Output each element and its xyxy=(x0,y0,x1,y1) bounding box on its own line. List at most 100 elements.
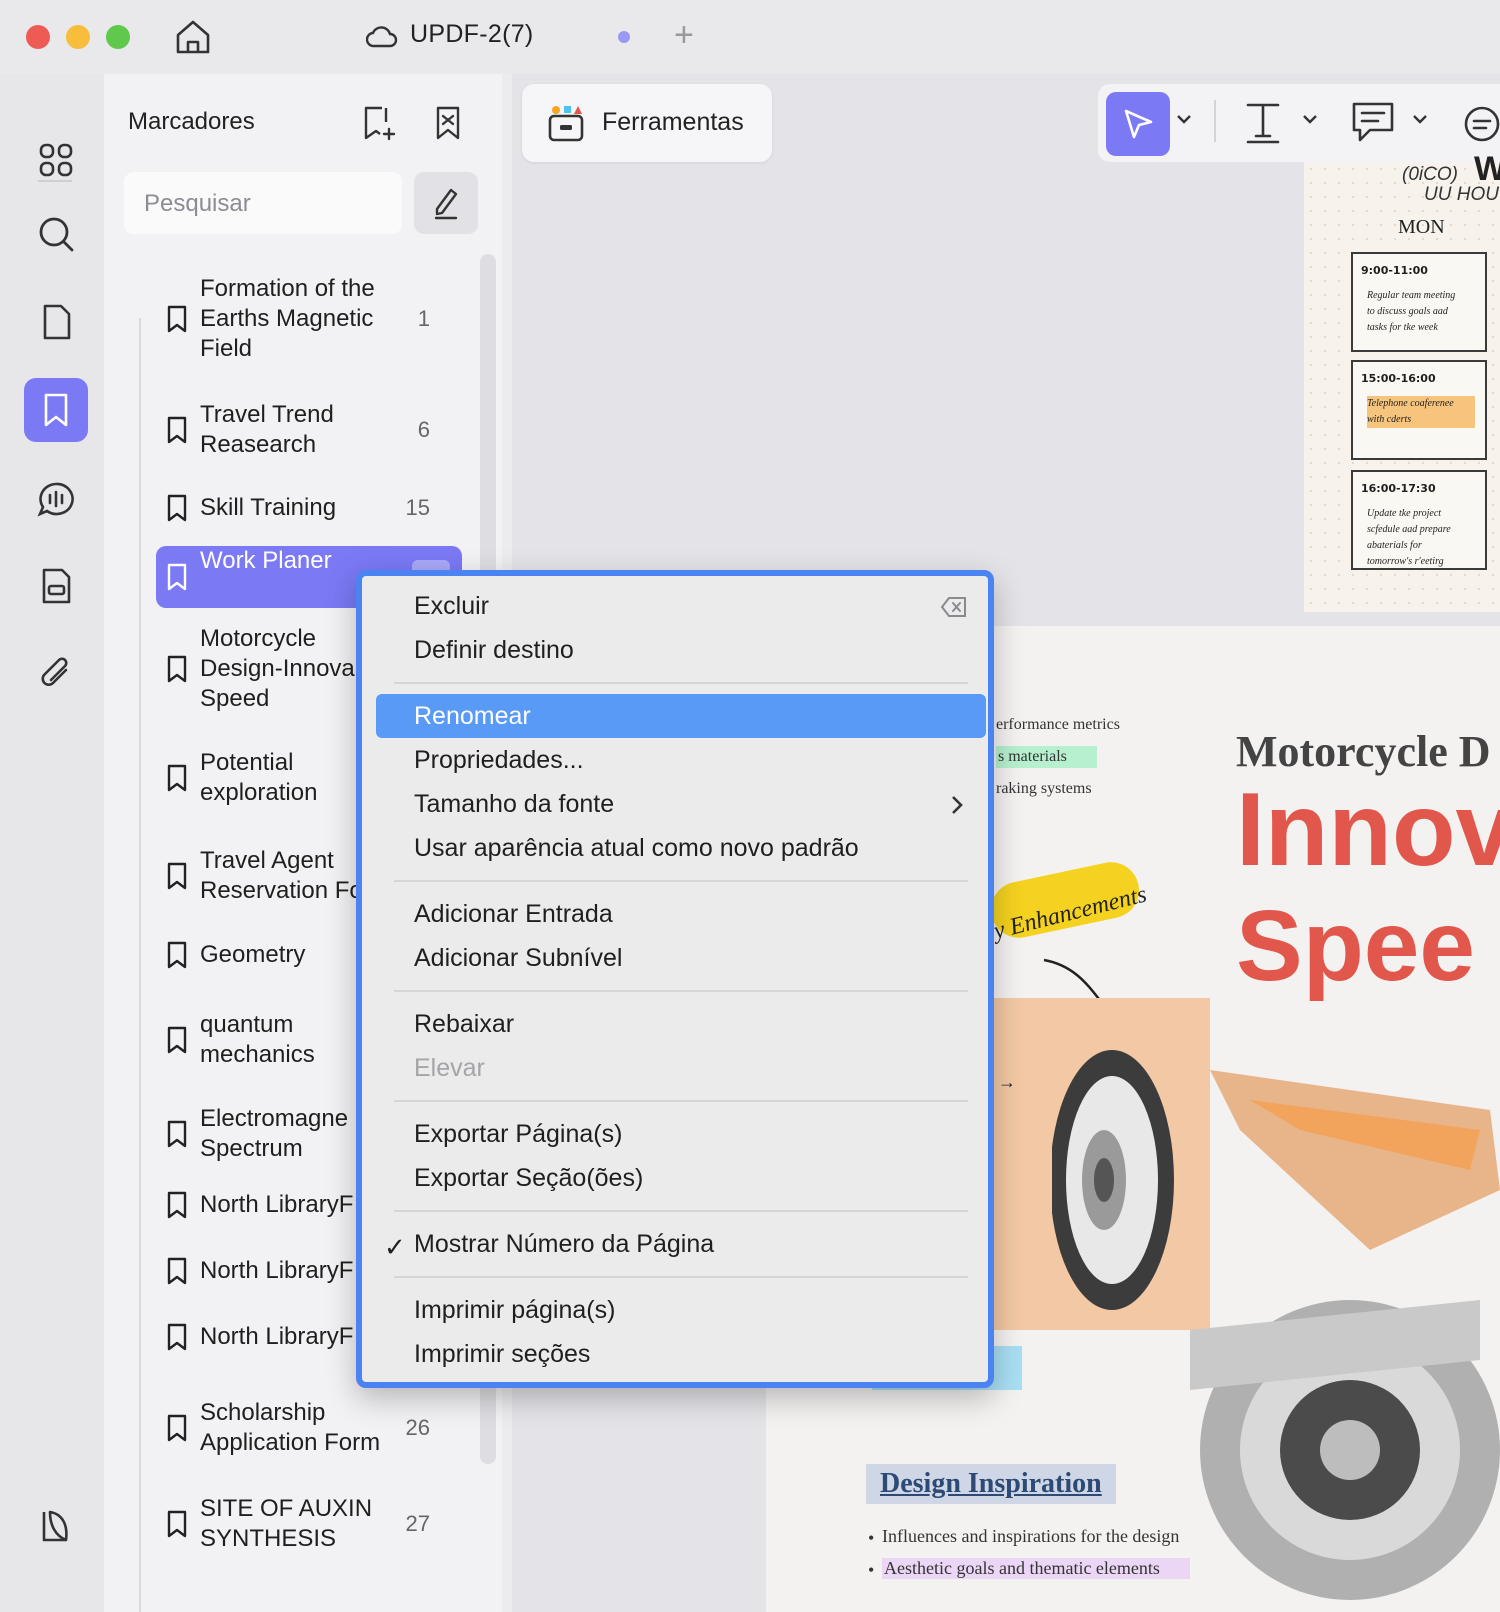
bookmark-label: Electromagne Spectrum xyxy=(200,1105,349,1162)
bookmark-icon xyxy=(166,1413,188,1443)
comment-tool-icon[interactable] xyxy=(1350,100,1396,151)
search-icon[interactable] xyxy=(24,202,88,266)
poster-title-line: Spee xyxy=(1236,890,1476,1002)
bookmark-icon xyxy=(166,1119,188,1149)
convert-document-icon[interactable] xyxy=(24,554,88,618)
home-icon[interactable] xyxy=(172,16,214,63)
text-tool-icon[interactable] xyxy=(1244,100,1282,149)
menu-item-properties[interactable]: Propriedades... xyxy=(414,746,584,775)
tools-label: Ferramentas xyxy=(602,108,744,136)
chevron-down-icon[interactable] xyxy=(1176,112,1192,131)
minimize-window-button[interactable] xyxy=(66,25,90,49)
bookmark-page-number: 27 xyxy=(405,1511,430,1536)
toolbox-icon xyxy=(546,102,586,149)
chevron-down-icon[interactable] xyxy=(1412,112,1428,131)
menu-separator xyxy=(394,990,968,992)
toolbar-divider xyxy=(1214,100,1216,142)
menu-item-print-sections[interactable]: Imprimir seções xyxy=(414,1340,590,1369)
bookmark-search-input[interactable] xyxy=(124,172,386,236)
menu-separator xyxy=(394,682,968,684)
close-window-button[interactable] xyxy=(26,25,50,49)
add-bookmark-icon[interactable] xyxy=(360,104,396,147)
bookmark-collapse-icon[interactable] xyxy=(432,104,464,147)
bookmark-icon xyxy=(166,1190,188,1220)
page-icon[interactable] xyxy=(24,290,88,354)
bookmark-icon xyxy=(166,1509,188,1539)
bookmark-label: Travel Agent Reservation Fo xyxy=(200,847,363,904)
menu-item-delete[interactable]: Excluir xyxy=(414,592,489,621)
bookmark-item[interactable]: Skill Training 15 xyxy=(156,493,462,523)
bookmark-label: Work Planer xyxy=(200,547,332,574)
bookmark-icon xyxy=(166,861,188,891)
new-tab-plus-icon[interactable]: + xyxy=(674,18,694,52)
chevron-right-icon xyxy=(950,794,964,821)
bookmark-icon xyxy=(166,562,188,592)
bookmark-label: Scholarship Application Form xyxy=(200,1399,381,1456)
edit-bookmarks-button[interactable] xyxy=(414,172,478,234)
menu-item-export-pages[interactable]: Exportar Página(s) xyxy=(414,1120,622,1149)
bookmark-label: Potential exploration xyxy=(200,749,318,806)
poster-bullet-dot: • xyxy=(868,1528,875,1548)
menu-item-rename[interactable]: Renomear xyxy=(414,702,531,731)
menu-item-show-page-number[interactable]: Mostrar Número da Página xyxy=(414,1230,714,1259)
bookmark-page-number: 1 xyxy=(417,306,430,331)
bookmarks-rail-icon[interactable] xyxy=(24,378,88,442)
select-tool-button[interactable] xyxy=(1106,92,1170,156)
bookmark-label: Motorcycle Design-Innova Speed xyxy=(200,625,355,712)
bookmark-label: Skill Training xyxy=(200,494,337,521)
bookmark-label: North LibraryF xyxy=(200,1257,354,1284)
cursor-arrow-icon xyxy=(1124,109,1153,139)
calendar-slot: 16:00-17:30 Update tke project scfedule a… xyxy=(1351,470,1487,570)
rail-divider xyxy=(38,180,72,182)
title-bar: UPDF-2(7) + xyxy=(0,0,1500,74)
calendar-slot-note: Regular team meeting to discuss goals aa… xyxy=(1367,290,1456,333)
bookmark-icon xyxy=(166,1025,188,1055)
document-tab-title[interactable]: UPDF-2(7) xyxy=(410,20,534,49)
updf-logo-icon[interactable] xyxy=(24,1494,88,1558)
menu-item-print-pages[interactable]: Imprimir página(s) xyxy=(414,1296,615,1325)
menu-item-font-size[interactable]: Tamanho da fonte xyxy=(414,790,614,819)
speech-bubble-tool-icon[interactable] xyxy=(1460,104,1500,149)
bookmark-icon xyxy=(166,654,188,684)
ai-chat-icon[interactable] xyxy=(24,468,88,532)
bookmark-icon xyxy=(166,763,188,793)
panel-title: Marcadores xyxy=(128,108,255,135)
bookmark-item[interactable]: Formation of the Earths Magnetic Field 1 xyxy=(156,274,462,364)
calendar-header-text: (0iCO) xyxy=(1402,164,1458,185)
thumbnails-grid-icon[interactable] xyxy=(24,128,88,192)
bookmark-icon xyxy=(166,493,188,523)
bookmark-label: SITE OF AUXIN SYNTHESIS xyxy=(200,1495,373,1552)
menu-separator xyxy=(394,880,968,882)
bookmark-label: Formation of the Earths Magnetic Field xyxy=(200,275,375,362)
poster-title-line: Motorcycle D xyxy=(1236,727,1491,776)
menu-item-add-entry[interactable]: Adicionar Entrada xyxy=(414,900,613,929)
bookmark-icon xyxy=(166,304,188,334)
bookmark-icon xyxy=(166,940,188,970)
calendar-day-label: MON xyxy=(1398,216,1445,238)
attachment-paperclip-icon[interactable] xyxy=(24,640,88,704)
poster-section-title: Design Inspiration xyxy=(866,1464,1116,1504)
zoom-window-button[interactable] xyxy=(106,25,130,49)
chevron-down-icon[interactable] xyxy=(1302,112,1318,131)
unsaved-indicator-dot xyxy=(618,31,630,43)
bookmark-label: North LibraryF xyxy=(200,1191,354,1218)
menu-item-export-sections[interactable]: Exportar Seção(ões) xyxy=(414,1164,643,1193)
calendar-slot-time: 9:00-11:00 xyxy=(1361,264,1428,277)
bookmark-icon xyxy=(166,1256,188,1286)
bookmark-item[interactable]: Scholarship Application Form 26 xyxy=(156,1398,462,1458)
poster-bullet-fragment: erformance metrics xyxy=(996,716,1120,733)
calendar-slot-time: 16:00-17:30 xyxy=(1361,482,1436,495)
bookmark-search-field[interactable] xyxy=(124,172,402,236)
bookmark-page-number: 15 xyxy=(405,495,430,520)
menu-item-demote[interactable]: Rebaixar xyxy=(414,1010,514,1039)
calendar-slot: 15:00-16:00 Telephone coaferenee with cde… xyxy=(1351,360,1487,460)
bookmark-item[interactable]: SITE OF AUXIN SYNTHESIS 27 xyxy=(156,1494,462,1554)
menu-item-add-sublevel[interactable]: Adicionar Subnível xyxy=(414,944,622,973)
menu-item-use-current-appearance[interactable]: Usar aparência atual como novo padrão xyxy=(414,834,859,863)
bookmark-item[interactable]: Travel Trend Reasearch 6 xyxy=(156,400,462,460)
bookmark-label: Geometry xyxy=(200,941,306,968)
calendar-slot-note: Update tke project scfedule aad prepare … xyxy=(1367,508,1451,567)
menu-item-set-destination[interactable]: Definir destino xyxy=(414,636,574,665)
bookmark-label: quantum mechanics xyxy=(200,1011,315,1068)
poster-bullet: Aesthetic goals and thematic elements xyxy=(882,1558,1190,1579)
